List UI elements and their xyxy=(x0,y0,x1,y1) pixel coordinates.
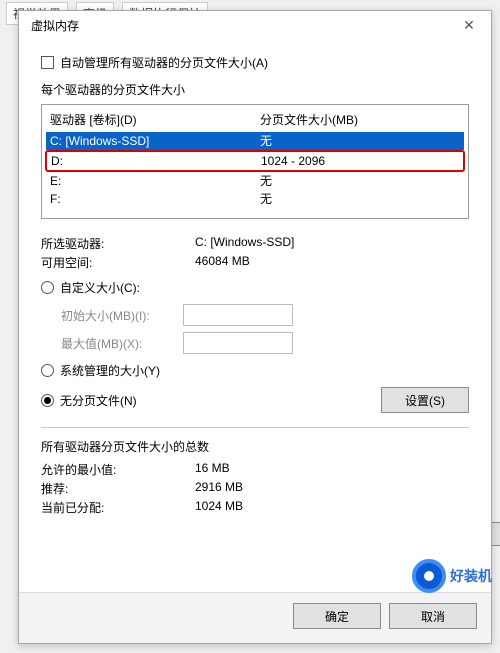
drive-list-headers: 驱动器 [卷标](D) 分页文件大小(MB) xyxy=(46,109,464,132)
auto-manage-label: 自动管理所有驱动器的分页文件大小(A) xyxy=(60,54,268,71)
header-drive: 驱动器 [卷标](D) xyxy=(50,111,260,128)
available-space-label: 可用空间: xyxy=(41,254,195,271)
drive-row-d[interactable]: D: 1024 - 2096 xyxy=(45,150,465,172)
dialog-footer: 确定 取消 xyxy=(19,592,491,643)
max-size-label: 最大值(MB)(X): xyxy=(61,335,183,352)
selected-drive-row: 所选驱动器: C: [Windows-SSD] xyxy=(41,235,469,252)
initial-size-label: 初始大小(MB)(I): xyxy=(61,307,183,324)
watermark-text: 好装机 xyxy=(450,566,492,586)
radio-icon[interactable] xyxy=(41,281,54,294)
drive-row-f[interactable]: F: 无 xyxy=(46,190,464,208)
drive-size: 无 xyxy=(260,173,460,189)
virtual-memory-dialog: 虚拟内存 ✕ 自动管理所有驱动器的分页文件大小(A) 每个驱动器的分页文件大小 … xyxy=(18,10,492,644)
selected-drive-label: 所选驱动器: xyxy=(41,235,195,252)
drive-name: E: xyxy=(50,173,260,189)
header-size: 分页文件大小(MB) xyxy=(260,111,460,128)
available-space-value: 46084 MB xyxy=(195,254,469,271)
watermark: 好装机 xyxy=(412,559,492,593)
custom-size-label: 自定义大小(C): xyxy=(60,279,140,296)
no-paging-radio[interactable]: 无分页文件(N) xyxy=(41,392,137,409)
set-button[interactable]: 设置(S) xyxy=(381,387,469,413)
divider xyxy=(41,427,469,428)
no-paging-label: 无分页文件(N) xyxy=(60,392,137,409)
drive-size: 无 xyxy=(260,191,460,207)
recommended-value: 2916 MB xyxy=(195,480,469,497)
drive-list-box: 驱动器 [卷标](D) 分页文件大小(MB) C: [Windows-SSD] … xyxy=(41,104,469,219)
auto-manage-checkbox-row[interactable]: 自动管理所有驱动器的分页文件大小(A) xyxy=(41,54,469,71)
drive-size: 1024 - 2096 xyxy=(261,153,459,169)
drive-row-e[interactable]: E: 无 xyxy=(46,172,464,190)
totals-label: 所有驱动器分页文件大小的总数 xyxy=(41,438,469,455)
currently-allocated-row: 当前已分配: 1024 MB xyxy=(41,499,469,516)
currently-allocated-label: 当前已分配: xyxy=(41,499,195,516)
min-allowed-label: 允许的最小值: xyxy=(41,461,195,478)
ok-button[interactable]: 确定 xyxy=(293,603,381,629)
drive-name: D: xyxy=(51,153,261,169)
selected-drive-value: C: [Windows-SSD] xyxy=(195,235,469,252)
checkbox-icon[interactable] xyxy=(41,56,54,69)
custom-size-radio[interactable]: 自定义大小(C): xyxy=(41,279,469,296)
drive-size: 无 xyxy=(260,133,460,149)
dialog-title: 虚拟内存 xyxy=(31,17,79,34)
dialog-content: 自动管理所有驱动器的分页文件大小(A) 每个驱动器的分页文件大小 驱动器 [卷标… xyxy=(19,40,491,592)
available-space-row: 可用空间: 46084 MB xyxy=(41,254,469,271)
close-icon[interactable]: ✕ xyxy=(455,17,483,34)
currently-allocated-value: 1024 MB xyxy=(195,499,469,516)
initial-size-row: 初始大小(MB)(I): xyxy=(61,304,469,326)
drive-name: C: [Windows-SSD] xyxy=(50,133,260,149)
recommended-label: 推荐: xyxy=(41,480,195,497)
titlebar: 虚拟内存 ✕ xyxy=(19,11,491,40)
cancel-button[interactable]: 取消 xyxy=(389,603,477,629)
watermark-icon xyxy=(412,559,446,593)
drive-row-c[interactable]: C: [Windows-SSD] 无 xyxy=(46,132,464,150)
per-drive-label: 每个驱动器的分页文件大小 xyxy=(41,81,469,98)
min-allowed-value: 16 MB xyxy=(195,461,469,478)
max-size-input[interactable] xyxy=(183,332,293,354)
drive-name: F: xyxy=(50,191,260,207)
system-managed-label: 系统管理的大小(Y) xyxy=(60,362,160,379)
radio-icon[interactable] xyxy=(41,394,54,407)
max-size-row: 最大值(MB)(X): xyxy=(61,332,469,354)
initial-size-input[interactable] xyxy=(183,304,293,326)
custom-size-inputs: 初始大小(MB)(I): 最大值(MB)(X): xyxy=(61,304,469,354)
system-managed-radio[interactable]: 系统管理的大小(Y) xyxy=(41,362,469,379)
recommended-row: 推荐: 2916 MB xyxy=(41,480,469,497)
min-allowed-row: 允许的最小值: 16 MB xyxy=(41,461,469,478)
radio-icon[interactable] xyxy=(41,364,54,377)
